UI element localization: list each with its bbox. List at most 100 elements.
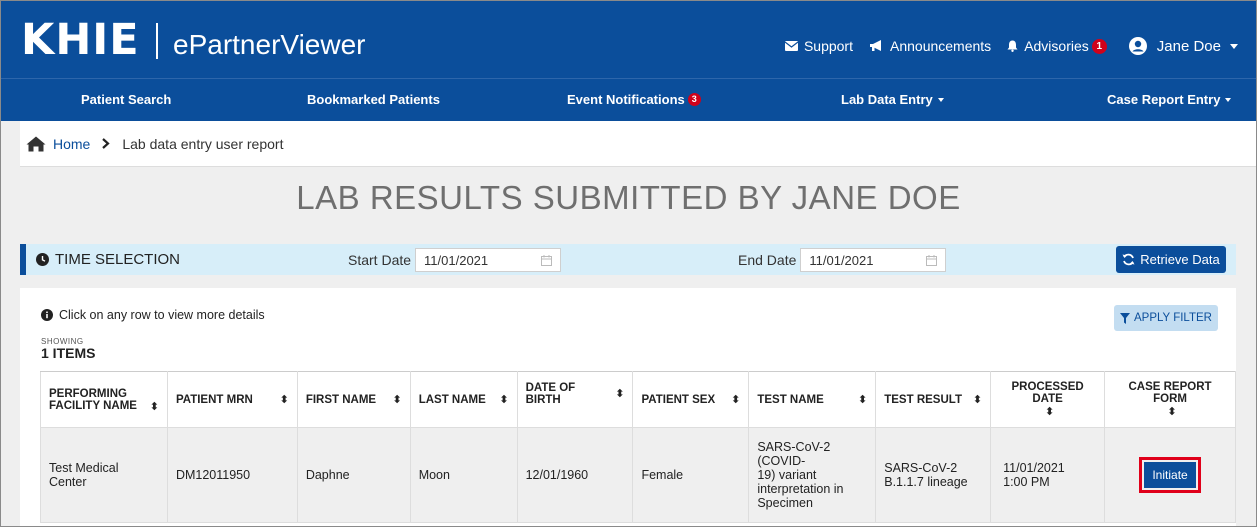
test-result-line: SARS-CoV-2 [884,461,958,475]
col-facility-label-2: FACILITY NAME [49,399,137,412]
start-date-group: Start Date 11/01/2021 [348,248,562,272]
chevron-right-icon [102,138,111,149]
sort-icon: ⬍ [858,394,868,406]
cell-last-name: Moon [409,427,518,523]
row-hint-text: Click on any row to view more details [59,308,265,322]
retrieve-data-button[interactable]: Retrieve Data [1116,246,1226,273]
cell-first-name: Daphne [296,427,411,523]
main-nav: Patient Search Bookmarked Patients Event… [1,78,1256,121]
initiate-button[interactable]: Initiate [1144,462,1196,488]
initiate-highlight: Initiate [1139,457,1201,493]
sort-icon: ⬍ [1044,406,1055,418]
user-menu[interactable]: Jane Doe [1128,37,1238,55]
col-last-label: LAST NAME [418,393,486,406]
col-case-form-label: CASE REPORT FORM [1128,381,1212,405]
test-name-line: SARS-CoV-2 (COVID- [757,440,831,468]
clock-icon [36,253,49,266]
app-window: KHIE ePartnerViewer Support Announcement… [0,0,1257,527]
start-date-input[interactable]: 11/01/2021 [415,248,562,272]
col-result-label: TEST RESULT [884,393,962,406]
sort-icon: ⬍ [615,388,625,400]
top-actions: Support Announcements Advisories 1 Jane … [769,37,1238,55]
cell-test-result: SARS-CoV-2 B.1.1.7 lineage [875,427,992,523]
advisories-badge: 1 [1091,38,1107,54]
nav-lab-label: Lab Data Entry [841,92,933,107]
test-name-line: Specimen [757,496,813,510]
processed-time-line: 1:00 PM [1003,475,1050,489]
advisories-link[interactable]: Advisories 1 [1007,38,1107,54]
start-date-label: Start Date [348,252,412,268]
sort-icon: ⬍ [149,401,159,413]
support-label: Support [803,38,853,54]
table-row[interactable]: Test Medical Center DM12011950 Daphne Mo… [40,427,1236,523]
breadcrumb: Home Lab data entry user report [20,121,1256,167]
chevron-down-icon [1225,97,1232,102]
chevron-down-icon [1230,43,1238,49]
sort-icon: ⬍ [1167,406,1177,418]
event-notifications-badge: 3 [687,93,701,106]
time-selection-bar: TIME SELECTION Start Date 11/01/2021 End… [20,244,1236,275]
col-processed-date[interactable]: PROCESSED DATE ⬍ [990,371,1106,428]
cell-mrn: DM12011950 [166,427,298,523]
start-date-value: 11/01/2021 [424,252,489,268]
col-facility[interactable]: PERFORMING FACILITY NAME ⬍ [40,371,168,428]
app-title[interactable]: ePartnerViewer [173,29,365,61]
apply-filter-button[interactable]: APPLY FILTER [1114,305,1218,331]
khie-logo[interactable]: KHIE [21,15,140,65]
col-processed-label: PROCESSED DATE [1011,381,1084,405]
time-selection-heading: TIME SELECTION [36,251,180,268]
col-date-of-birth[interactable]: DATE OF BIRTH ⬍ [516,371,634,428]
end-date-value: 11/01/2021 [809,252,874,268]
apply-filter-label: APPLY FILTER [1134,312,1212,324]
col-sex-label: PATIENT SEX [641,393,716,406]
col-dob-label: DATE OF BIRTH [525,381,576,406]
nav-case-report-entry[interactable]: Case Report Entry [1107,92,1232,107]
breadcrumb-current: Lab data entry user report [122,135,284,152]
content-area: Home Lab data entry user report LAB RESU… [1,121,1256,526]
user-name: Jane Doe [1156,37,1221,55]
col-first-label: FIRST NAME [305,393,377,406]
cell-facility: Test Medical Center [40,427,168,523]
filter-icon [1120,312,1130,324]
cell-dob: 12/01/1960 [516,427,634,523]
retrieve-data-label: Retrieve Data [1140,252,1220,267]
announcements-label: Announcements [890,38,992,54]
announcements-link[interactable]: Announcements [869,38,991,54]
nav-bookmarked-patients[interactable]: Bookmarked Patients [307,92,440,107]
sort-icon: ⬍ [392,394,402,406]
end-date-group: End Date 11/01/2021 [738,248,947,272]
col-first-name[interactable]: FIRST NAME ⬍ [296,371,411,428]
advisories-label: Advisories [1024,38,1089,54]
col-patient-sex[interactable]: PATIENT SEX ⬍ [632,371,750,428]
cell-sex: Female [632,427,750,523]
col-test-label: TEST NAME [757,393,824,406]
col-patient-mrn[interactable]: PATIENT MRN ⬍ [166,371,298,428]
nav-lab-data-entry[interactable]: Lab Data Entry [841,92,944,107]
page-title: LAB RESULTS SUBMITTED BY JANE DOE [296,179,961,216]
col-mrn-label: PATIENT MRN [175,393,253,406]
envelope-icon [784,41,798,51]
nav-event-notifications[interactable]: Event Notifications 3 [567,92,701,107]
cell-processed-date: 11/01/2021 1:00 PM [990,427,1106,523]
support-link[interactable]: Support [784,38,853,54]
home-icon[interactable] [26,136,46,152]
col-case-report-form[interactable]: CASE REPORT FORM ⬍ [1104,371,1236,428]
cell-test-name: SARS-CoV-2 (COVID- 19) variant interpret… [748,427,877,523]
sort-icon: ⬍ [972,394,983,406]
col-test-result[interactable]: TEST RESULT ⬍ [875,371,992,428]
test-name-line: interpretation in [757,482,844,496]
nav-case-label: Case Report Entry [1107,92,1221,107]
nav-patient-search[interactable]: Patient Search [81,92,171,107]
nav-patient-search-label: Patient Search [81,92,172,107]
col-test-name[interactable]: TEST NAME ⬍ [748,371,877,428]
test-result-line: B.1.1.7 lineage [884,475,968,489]
cell-case-report-form: Initiate [1104,427,1236,523]
breadcrumb-home[interactable]: Home [53,136,90,152]
calendar-icon [541,254,553,266]
info-circle-icon [41,309,53,321]
bullhorn-icon [870,40,881,51]
chevron-down-icon [937,97,944,102]
col-last-name[interactable]: LAST NAME ⬍ [409,371,518,428]
end-date-input[interactable]: 11/01/2021 [800,248,947,272]
row-hint: Click on any row to view more details [41,308,265,322]
